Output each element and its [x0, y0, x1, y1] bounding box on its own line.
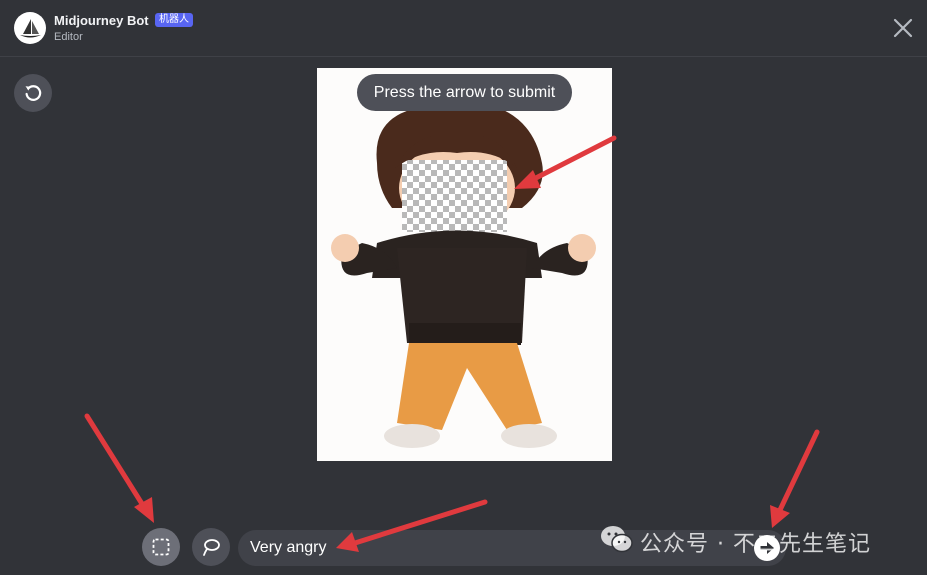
wechat-icon — [601, 526, 633, 553]
bot-avatar[interactable] — [14, 12, 46, 44]
annotation-arrowhead-select — [134, 497, 154, 523]
reset-button[interactable] — [14, 74, 52, 112]
lasso-select-button[interactable] — [192, 528, 230, 566]
rectangle-select-icon — [152, 538, 170, 556]
sailboat-logo-icon — [20, 19, 41, 38]
close-button[interactable] — [891, 16, 915, 40]
submit-hint-tooltip: Press the arrow to submit — [357, 74, 572, 111]
editor-modal: Midjourney Bot 机器人 Editor Press the arro… — [0, 0, 927, 575]
annotation-arrow-select — [84, 413, 147, 510]
image-canvas[interactable] — [317, 68, 612, 461]
watermark-text: 公众号 · 不二先生笔记 — [640, 532, 871, 557]
character-illustration — [331, 96, 596, 448]
bot-name[interactable]: Midjourney Bot — [54, 13, 149, 28]
undo-icon — [25, 85, 42, 101]
annotation-arrow-submit — [777, 429, 820, 513]
editor-header: Midjourney Bot 机器人 Editor — [0, 0, 927, 57]
editor-subtitle: Editor — [54, 31, 83, 43]
close-icon — [893, 18, 913, 38]
annotation-arrowhead-submit — [770, 505, 790, 528]
lasso-icon — [203, 539, 220, 556]
rectangle-select-button[interactable] — [142, 528, 180, 566]
bot-badge: 机器人 — [155, 13, 193, 27]
